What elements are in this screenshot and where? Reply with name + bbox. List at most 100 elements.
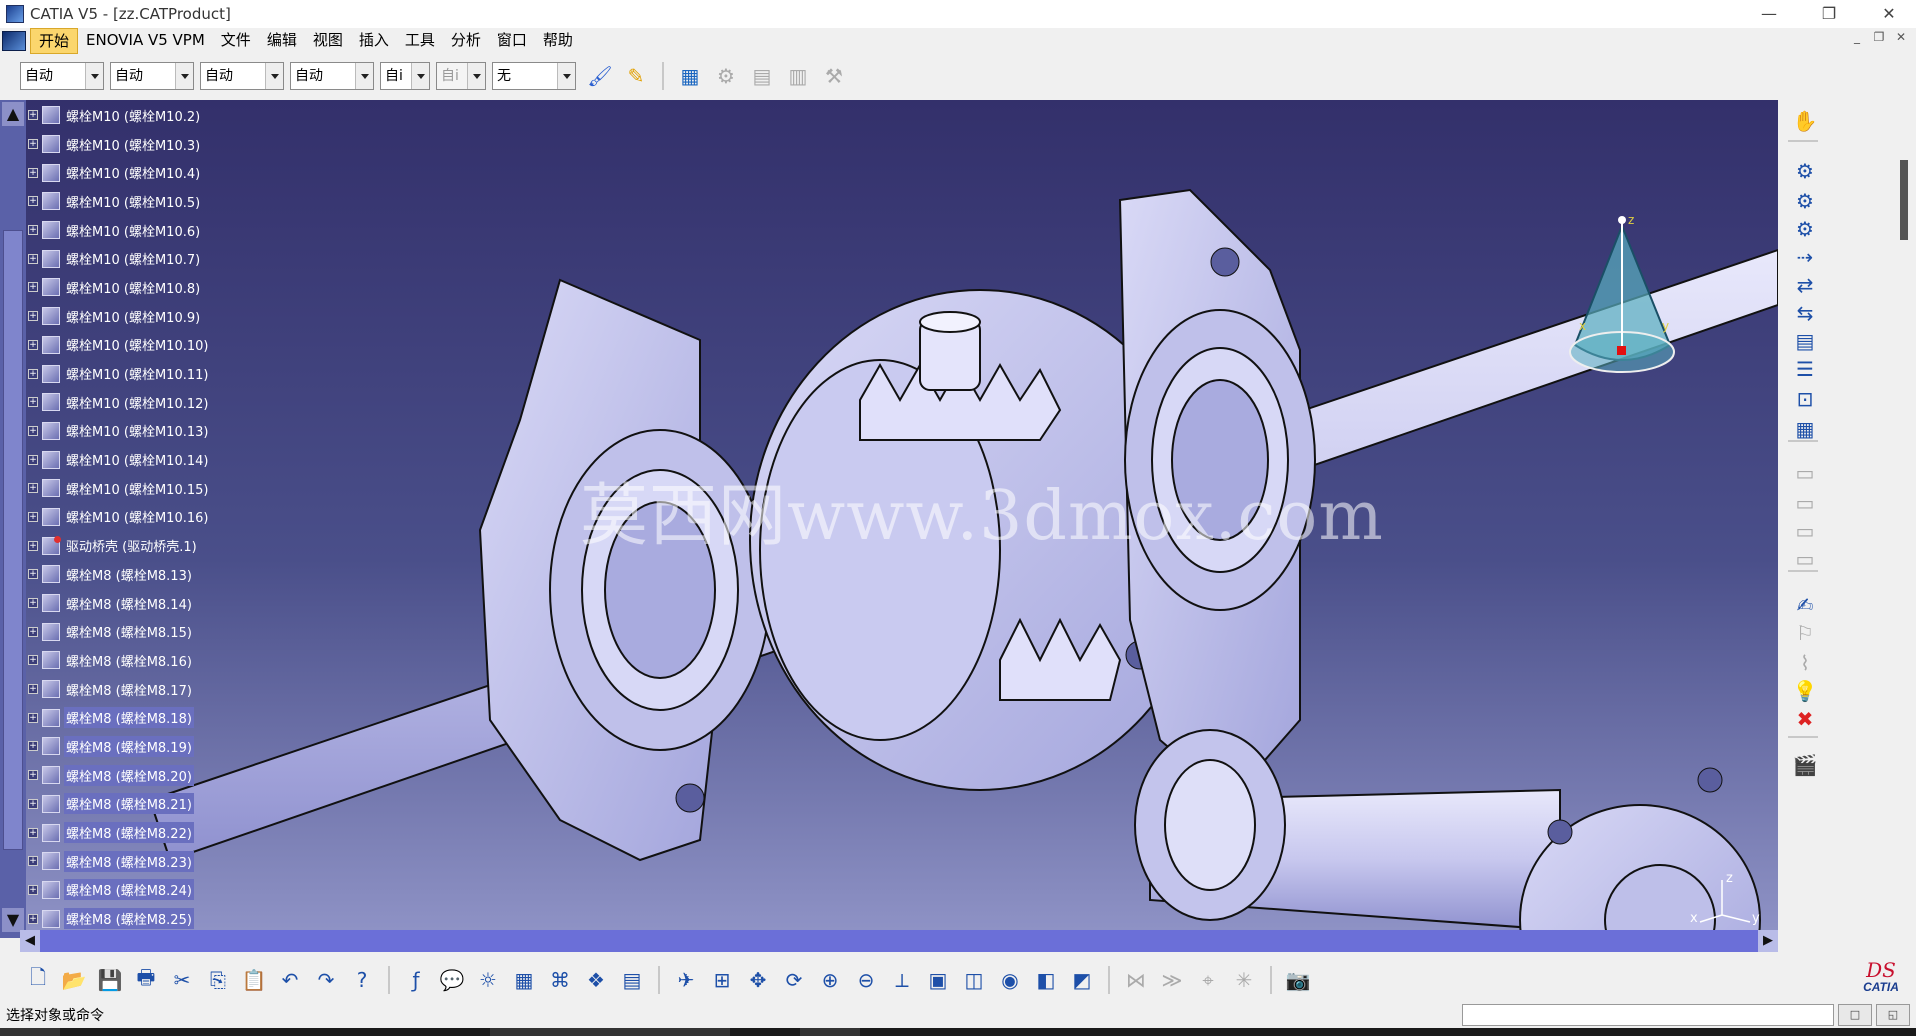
open-file-icon[interactable]: 📂 [59, 965, 89, 995]
tree-node[interactable]: + 螺栓M8 (螺栓M8.17) [26, 675, 326, 704]
tree-scrollbar[interactable]: ▲ ▼ [0, 100, 26, 938]
line-type-combo[interactable]: 自i [380, 62, 430, 90]
chevron-down-icon[interactable] [85, 63, 103, 89]
bill-of-material-icon[interactable]: ☰ [1790, 354, 1820, 384]
mdi-close-button[interactable]: ✕ [1890, 30, 1912, 44]
print-icon[interactable]: 🖶 [131, 965, 161, 995]
scroll-left-icon[interactable]: ◀ [20, 930, 40, 952]
expand-plus-icon[interactable]: + [28, 655, 38, 666]
tree-node[interactable]: + 螺栓M10 (螺栓M10.9) [26, 302, 326, 331]
restore-button[interactable]: ❐ [1806, 0, 1852, 28]
properties-icon[interactable]: ▦ [675, 61, 705, 91]
menu-item-3[interactable]: 编辑 [259, 28, 305, 54]
expand-plus-icon[interactable]: + [28, 684, 38, 695]
fix-together-icon[interactable]: ⇆ [1790, 298, 1820, 328]
transparency-combo[interactable]: 自动 [110, 62, 194, 90]
line-color-combo[interactable]: 自动 [200, 62, 284, 90]
painter-icon[interactable]: ✎ [621, 61, 651, 91]
expand-plus-icon[interactable]: + [28, 483, 38, 494]
paste-icon[interactable]: 📋 [239, 965, 269, 995]
offset-icon[interactable]: ⇢ [1790, 242, 1820, 272]
line-weight-combo[interactable]: 自动 [290, 62, 374, 90]
minimize-button[interactable]: — [1746, 0, 1792, 28]
paintbrush-icon[interactable]: 🖌 [585, 61, 615, 91]
new-file-icon[interactable]: 🗋 [23, 965, 53, 995]
group-icon[interactable]: 🎬 [1790, 750, 1820, 780]
comment-icon[interactable]: 💬 [437, 965, 467, 995]
tree-node[interactable]: + 螺栓M10 (螺栓M10.12) [26, 388, 326, 417]
redo-icon[interactable]: ↷ [311, 965, 341, 995]
chevron-down-icon[interactable] [557, 63, 575, 89]
expand-plus-icon[interactable]: + [28, 139, 38, 150]
expand-plus-icon[interactable]: + [28, 598, 38, 609]
expand-plus-icon[interactable]: + [28, 225, 38, 236]
status-button-2[interactable]: ◱ [1876, 1004, 1910, 1026]
tree-node[interactable]: + 螺栓M8 (螺栓M8.25) [26, 904, 326, 933]
catalog-icon[interactable]: ❖ [581, 965, 611, 995]
fly-mode-icon[interactable]: ✈ [671, 965, 701, 995]
expand-plus-icon[interactable]: + [28, 167, 38, 178]
mdi-restore-button[interactable]: ❐ [1868, 30, 1890, 44]
iso-view-icon[interactable]: ◫ [959, 965, 989, 995]
swap-visible-icon[interactable]: ◩ [1067, 965, 1097, 995]
layer-combo[interactable]: 无 [492, 62, 576, 90]
menu-item-4[interactable]: 视图 [305, 28, 351, 54]
tree-node[interactable]: + 螺栓M10 (螺栓M10.13) [26, 417, 326, 446]
tree-node[interactable]: + 螺栓M8 (螺栓M8.20) [26, 761, 326, 790]
light-icon[interactable]: ☼ [473, 965, 503, 995]
taskbar-item[interactable] [490, 1028, 730, 1036]
expand-plus-icon[interactable]: + [28, 511, 38, 522]
expand-plus-icon[interactable]: + [28, 282, 38, 293]
normal-view-icon[interactable]: ⟂ [887, 965, 917, 995]
tree-node[interactable]: + 螺栓M8 (螺栓M8.16) [26, 646, 326, 675]
expand-plus-icon[interactable]: + [28, 196, 38, 207]
expand-plus-icon[interactable]: + [28, 712, 38, 723]
reuse-pattern-icon[interactable]: ▤ [1790, 326, 1820, 356]
menu-item-8[interactable]: 窗口 [489, 28, 535, 54]
whats-this-icon[interactable]: ? [347, 965, 377, 995]
coincidence-icon[interactable]: ⚙ [1790, 186, 1820, 216]
scroll-down-icon[interactable]: ▼ [2, 908, 24, 932]
tree-node[interactable]: + 螺栓M8 (螺栓M8.24) [26, 876, 326, 905]
cut-icon[interactable]: ✂ [167, 965, 197, 995]
tree-node[interactable]: + 螺栓M10 (螺栓M10.6) [26, 216, 326, 245]
fix-constraint-icon[interactable]: ⚙ [1790, 156, 1820, 186]
tree-node[interactable]: + 螺栓M8 (螺栓M8.14) [26, 589, 326, 618]
tree-node[interactable]: + 螺栓M10 (螺栓M10.10) [26, 331, 326, 360]
chevron-down-icon[interactable] [411, 63, 429, 89]
tree-node[interactable]: + 螺栓M10 (螺栓M10.8) [26, 273, 326, 302]
tree-node[interactable]: + 螺栓M8 (螺栓M8.21) [26, 790, 326, 819]
snap-icon[interactable]: ⊡ [1790, 384, 1820, 414]
tree-node[interactable]: + 螺栓M10 (螺栓M10.5) [26, 187, 326, 216]
chevron-down-icon[interactable] [175, 63, 193, 89]
tree-node[interactable]: + 螺栓M8 (螺栓M8.18) [26, 703, 326, 732]
expand-plus-icon[interactable]: + [28, 454, 38, 465]
rotate-icon[interactable]: ⟳ [779, 965, 809, 995]
clash-icon[interactable]: ✖ [1790, 704, 1820, 734]
copy-icon[interactable]: ⎘ [203, 965, 233, 995]
tree-node[interactable]: + 驱动桥壳 (驱动桥壳.1) [26, 531, 326, 560]
expand-plus-icon[interactable]: + [28, 626, 38, 637]
chevron-down-icon[interactable] [265, 63, 283, 89]
contact-icon[interactable]: ⚙ [1790, 214, 1820, 244]
expand-plus-icon[interactable]: + [28, 798, 38, 809]
expand-plus-icon[interactable]: + [28, 540, 38, 551]
menu-item-9[interactable]: 帮助 [535, 28, 581, 54]
tree-node[interactable]: + 螺栓M10 (螺栓M10.3) [26, 130, 326, 159]
table-icon[interactable]: ▦ [509, 965, 539, 995]
menu-item-7[interactable]: 分析 [443, 28, 489, 54]
annotation-icon[interactable]: ✍ [1790, 590, 1820, 620]
taskbar-item[interactable] [0, 1028, 60, 1036]
tree-node[interactable]: + 螺栓M10 (螺栓M10.11) [26, 359, 326, 388]
close-button[interactable]: ✕ [1866, 0, 1912, 28]
right-scroll-indicator[interactable] [1900, 160, 1908, 240]
expand-plus-icon[interactable]: + [28, 425, 38, 436]
chevron-down-icon[interactable] [355, 63, 373, 89]
formula-icon[interactable]: ƒ [401, 965, 431, 995]
command-input[interactable] [1462, 1004, 1834, 1026]
expand-plus-icon[interactable]: + [28, 311, 38, 322]
pan-icon[interactable]: ✥ [743, 965, 773, 995]
tree-node[interactable]: + 螺栓M10 (螺栓M10.2) [26, 101, 326, 130]
multi-view-icon[interactable]: ▣ [923, 965, 953, 995]
tree-node[interactable]: + 螺栓M10 (螺栓M10.14) [26, 445, 326, 474]
